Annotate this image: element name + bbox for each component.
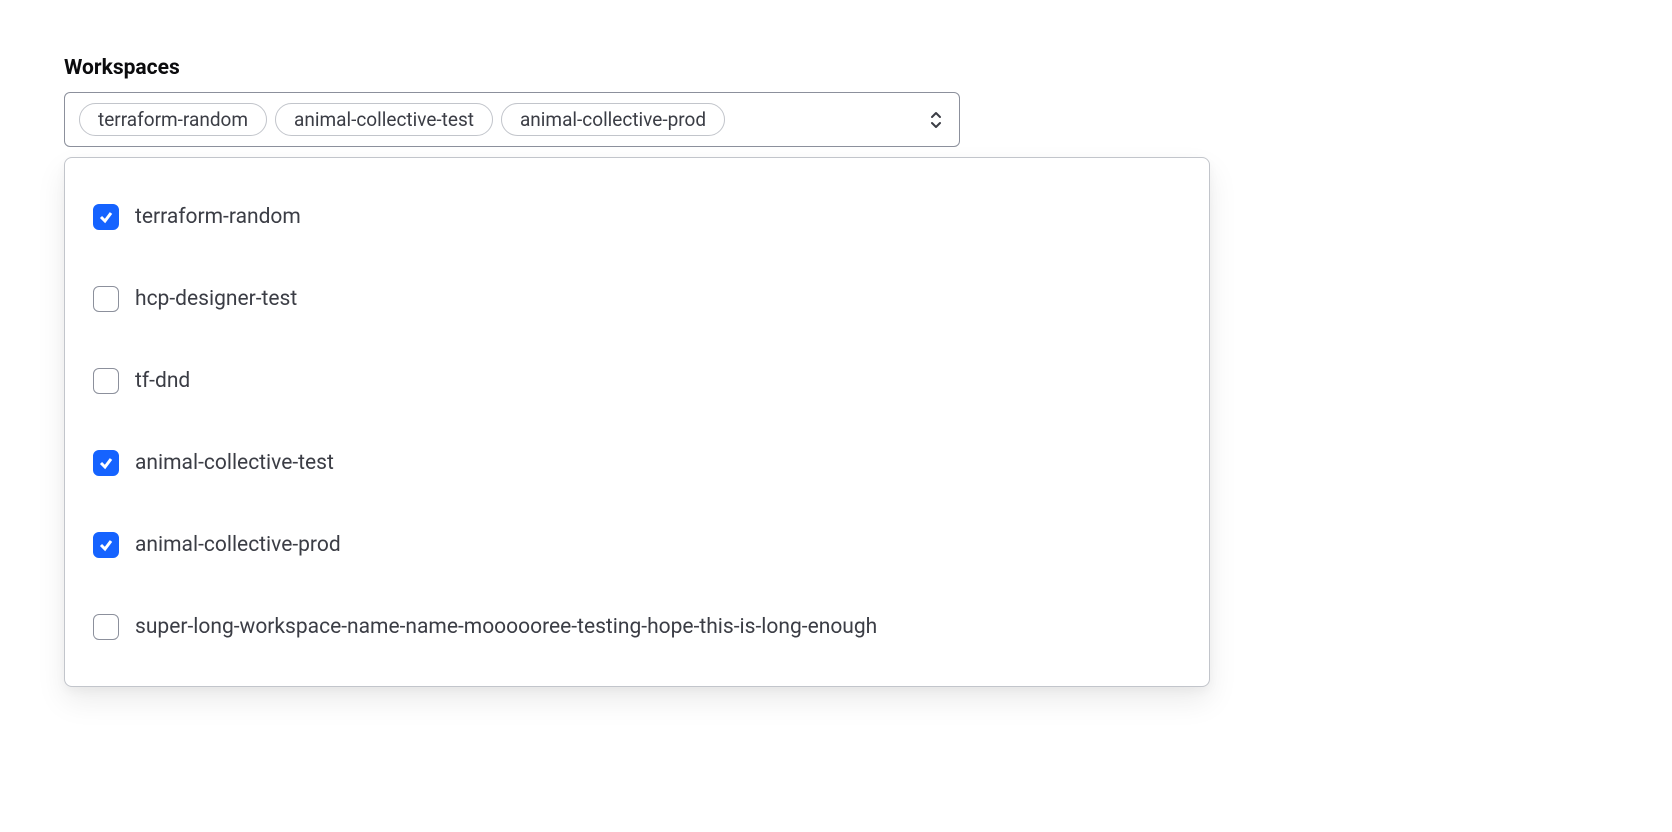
- option-terraform-random[interactable]: terraform-random: [65, 176, 1209, 258]
- checkbox-checked-icon: [93, 204, 119, 230]
- selected-tags-container: terraform-random animal-collective-test …: [79, 103, 915, 136]
- selected-tag[interactable]: terraform-random: [79, 103, 267, 136]
- option-label: animal-collective-test: [135, 451, 334, 475]
- option-label: terraform-random: [135, 205, 301, 229]
- option-label: super-long-workspace-name-name-moooooree…: [135, 615, 877, 639]
- checkbox-checked-icon: [93, 532, 119, 558]
- checkbox-checked-icon: [93, 450, 119, 476]
- workspaces-dropdown: terraform-random hcp-designer-test tf-dn…: [64, 157, 1210, 687]
- workspaces-combobox-trigger[interactable]: terraform-random animal-collective-test …: [64, 92, 960, 147]
- option-label: tf-dnd: [135, 369, 190, 393]
- option-super-long-workspace-name[interactable]: super-long-workspace-name-name-moooooree…: [65, 586, 1209, 668]
- option-animal-collective-prod[interactable]: animal-collective-prod: [65, 504, 1209, 586]
- option-label: animal-collective-prod: [135, 533, 341, 557]
- option-label: hcp-designer-test: [135, 287, 297, 311]
- selected-tag[interactable]: animal-collective-prod: [501, 103, 725, 136]
- checkbox-unchecked-icon: [93, 368, 119, 394]
- field-label: Workspaces: [64, 56, 1608, 80]
- option-tf-dnd[interactable]: tf-dnd: [65, 340, 1209, 422]
- option-hcp-designer-test[interactable]: hcp-designer-test: [65, 258, 1209, 340]
- checkbox-unchecked-icon: [93, 614, 119, 640]
- checkbox-unchecked-icon: [93, 286, 119, 312]
- updown-caret-icon: [927, 108, 945, 132]
- option-animal-collective-test[interactable]: animal-collective-test: [65, 422, 1209, 504]
- selected-tag[interactable]: animal-collective-test: [275, 103, 493, 136]
